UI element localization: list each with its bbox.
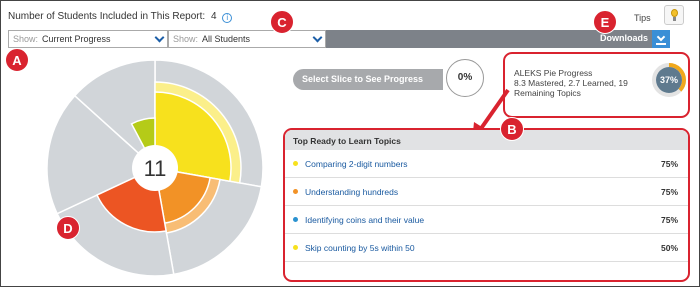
callout-badge-d: D — [56, 216, 80, 240]
downloads-label[interactable]: Downloads — [600, 33, 648, 43]
chevron-down-icon — [312, 32, 323, 43]
topic-percent: 75% — [660, 215, 678, 225]
select-slice-bar: Select Slice to See Progress — [293, 69, 443, 90]
ready-to-learn-header: Top Ready to Learn Topics — [285, 130, 688, 150]
lightbulb-icon — [671, 9, 678, 17]
tips-label: Tips — [634, 13, 651, 23]
show-students-select[interactable]: Show: All Students — [168, 30, 326, 48]
students-included-label: Number of Students Included in This Repo… — [8, 11, 206, 22]
chevron-down-icon — [154, 32, 165, 43]
downloads-bar: Downloads — [326, 30, 670, 48]
topic-link[interactable]: Comparing 2-digit numbers — [305, 159, 408, 169]
show-progress-select[interactable]: Show: Current Progress — [8, 30, 168, 48]
aleks-progress-detail-1: 8.3 Mastered, 2.7 Learned, 19 — [514, 78, 628, 88]
students-included-line: Number of Students Included in This Repo… — [8, 11, 233, 23]
show-progress-value: Current Progress — [42, 34, 111, 44]
tips-button[interactable] — [664, 5, 684, 25]
aleks-progress-title: ALEKS Pie Progress — [514, 68, 593, 78]
topic-link[interactable]: Understanding hundreds — [305, 187, 398, 197]
callout-badge-e: E — [593, 10, 617, 34]
callout-badge-a: A — [5, 48, 29, 72]
select-slice-label: Select Slice to See Progress — [302, 74, 424, 84]
topic-percent: 50% — [660, 243, 678, 253]
topic-link[interactable]: Identifying coins and their value — [305, 215, 424, 225]
ready-to-learn-panel: Top Ready to Learn Topics Comparing 2-di… — [283, 128, 690, 282]
aleks-progress-panel: ALEKS Pie Progress 8.3 Mastered, 2.7 Lea… — [503, 52, 690, 118]
show-label: Show: — [13, 34, 39, 44]
show-students-value: All Students — [202, 34, 251, 44]
aleks-progress-detail-2: Remaining Topics — [514, 88, 581, 98]
topic-row[interactable]: Skip counting by 5s within 50 50% — [285, 234, 688, 262]
topic-dot — [293, 245, 298, 250]
students-count: 4 — [210, 11, 217, 22]
download-icon-base — [656, 43, 666, 45]
topic-dot — [293, 189, 298, 194]
donut-percent: 37% — [660, 75, 678, 85]
toolbar: Show: Current Progress Show: All Students … — [8, 30, 688, 48]
topic-row[interactable]: Understanding hundreds 75% — [285, 178, 688, 206]
show-label: Show: — [173, 34, 199, 44]
topic-row[interactable]: Comparing 2-digit numbers 75% — [285, 150, 688, 178]
topic-list: Comparing 2-digit numbers 75% Understand… — [285, 150, 688, 262]
aleks-progress-text: ALEKS Pie Progress 8.3 Mastered, 2.7 Lea… — [514, 68, 639, 98]
lightbulb-base — [673, 17, 676, 21]
download-icon — [656, 32, 666, 42]
aleks-pie-chart: 11 — [46, 59, 264, 277]
callout-badge-b: B — [500, 117, 524, 141]
topic-row[interactable]: Identifying coins and their value 75% — [285, 206, 688, 234]
topic-link[interactable]: Skip counting by 5s within 50 — [305, 243, 415, 253]
progress-donut: 37% — [652, 63, 686, 97]
pie-center-label: 11 — [144, 156, 167, 181]
download-button[interactable] — [652, 30, 670, 48]
topic-percent: 75% — [660, 187, 678, 197]
info-icon[interactable]: i — [222, 13, 233, 23]
topic-dot — [293, 217, 298, 222]
callout-badge-c: C — [270, 10, 294, 34]
topic-dot — [293, 161, 298, 166]
topic-percent: 75% — [660, 159, 678, 169]
